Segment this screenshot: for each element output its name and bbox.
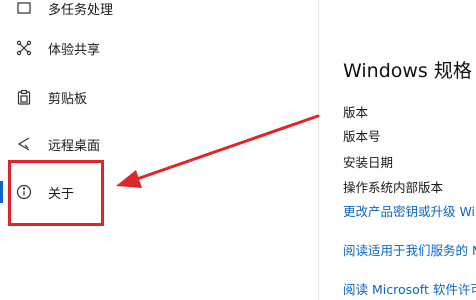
license-terms-link[interactable]: 阅读 Microsoft 软件许可条款: [343, 279, 476, 298]
spec-os-build-label: 操作系统内部版本: [343, 180, 444, 195]
spec-install-date-label: 安装日期: [343, 155, 394, 170]
multitask-icon: [16, 0, 32, 16]
clipboard-icon: [16, 89, 32, 105]
sidebar-item-clipboard[interactable]: 剪贴板: [0, 75, 318, 119]
sidebar-item-label: 体验共享: [48, 42, 101, 58]
annotation-highlight-box: [8, 160, 104, 226]
sidebar-item-label: 多任务处理: [48, 2, 114, 18]
windows-spec-title: Windows 规格: [343, 60, 472, 82]
change-product-key-link[interactable]: 更改产品密钥或升级 Windows: [343, 201, 476, 220]
sidebar-item-label: 剪贴板: [48, 91, 88, 107]
sidebar-item-shared-experiences[interactable]: 体验共享: [0, 26, 318, 70]
share-experience-icon: [16, 40, 32, 56]
remote-desktop-icon: [16, 136, 32, 152]
spec-version-label: 版本号: [343, 129, 381, 144]
settings-sidebar: 多任务处理 体验共享 剪贴板 远程桌面 关于: [0, 0, 318, 300]
about-pane: Windows 规格 版本 版本号 安装日期 操作系统内部版本 更改产品密钥或升…: [319, 0, 476, 300]
service-agreement-link[interactable]: 阅读适用于我们服务的 Microsoft 服务协议: [343, 240, 476, 259]
sidebar-item-label: 远程桌面: [48, 138, 101, 154]
spec-edition-label: 版本: [343, 105, 369, 120]
